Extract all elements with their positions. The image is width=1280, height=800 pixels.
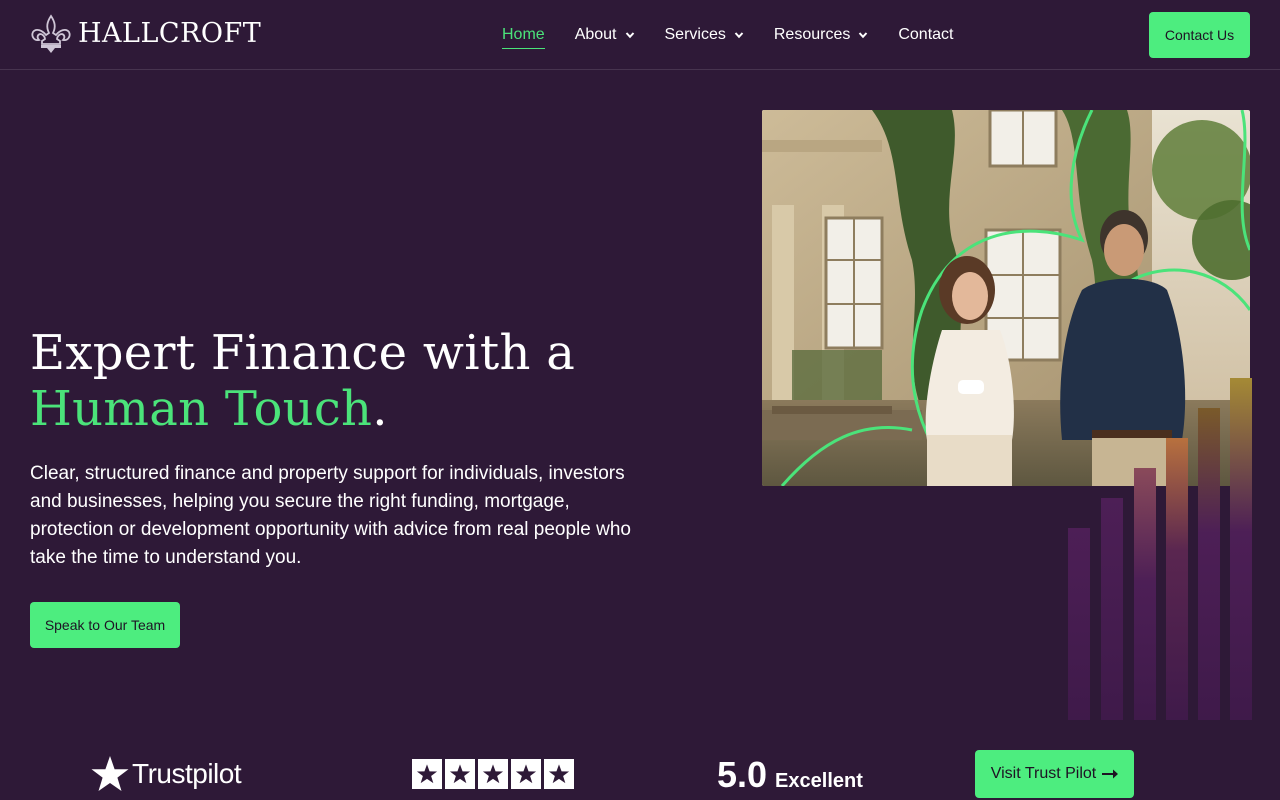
hero-title-accent: Human Touch [30,381,373,437]
hero-title: Expert Finance with a Human Touch. [30,325,690,437]
site-header: HALLCROFT Home About Services Resources … [0,0,1280,70]
main-nav: Home About Services Resources Contact [502,0,953,70]
nav-item-resources[interactable]: Resources [774,22,868,48]
star-icon [445,759,475,789]
visit-trustpilot-button[interactable]: Visit Trust Pilot [975,750,1134,798]
trustpilot-star-icon [91,756,129,791]
speak-to-team-button[interactable]: Speak to Our Team [30,602,180,648]
nav-item-contact[interactable]: Contact [898,22,953,48]
rating-stars [412,759,574,789]
chevron-down-icon [625,32,634,39]
trustpilot-wordmark: Trustpilot [132,758,242,789]
trustpilot-logo: Trustpilot [90,752,242,796]
decorative-bars-graphic [1068,378,1252,720]
chevron-down-icon [859,32,868,39]
arrow-right-icon [1102,769,1119,779]
nav-item-label: Services [664,26,726,43]
nav-item-label: About [574,26,617,43]
score-value: 5.0 [717,754,768,795]
hero-title-period: . [372,381,388,437]
hero-title-line1: Expert Finance with a [30,325,576,381]
hero-description: Clear, structured finance and property s… [30,463,631,568]
chevron-down-icon [734,32,744,39]
nav-item-label: Contact [898,26,954,43]
nav-item-home[interactable]: Home [502,22,545,49]
nav-item-label: Resources [773,26,851,43]
nav-item-about[interactable]: About [575,22,635,48]
star-icon [544,759,574,789]
rating-score: 5.0 Excellent [717,754,863,796]
fleur-de-lis-icon [31,14,71,53]
star-icon [412,759,442,789]
brand-logo[interactable]: HALLCROFT [30,14,261,54]
score-label: Excellent [775,770,863,792]
nav-item-label: Home [502,25,545,43]
visit-trustpilot-label: Visit Trust Pilot [990,765,1097,782]
star-icon [478,759,508,789]
contact-us-button[interactable]: Contact Us [1149,12,1250,58]
nav-item-services[interactable]: Services [665,22,744,48]
star-icon [511,759,541,789]
decorative-bars [1066,370,1256,722]
brand-name: HALLCROFT [78,18,262,49]
